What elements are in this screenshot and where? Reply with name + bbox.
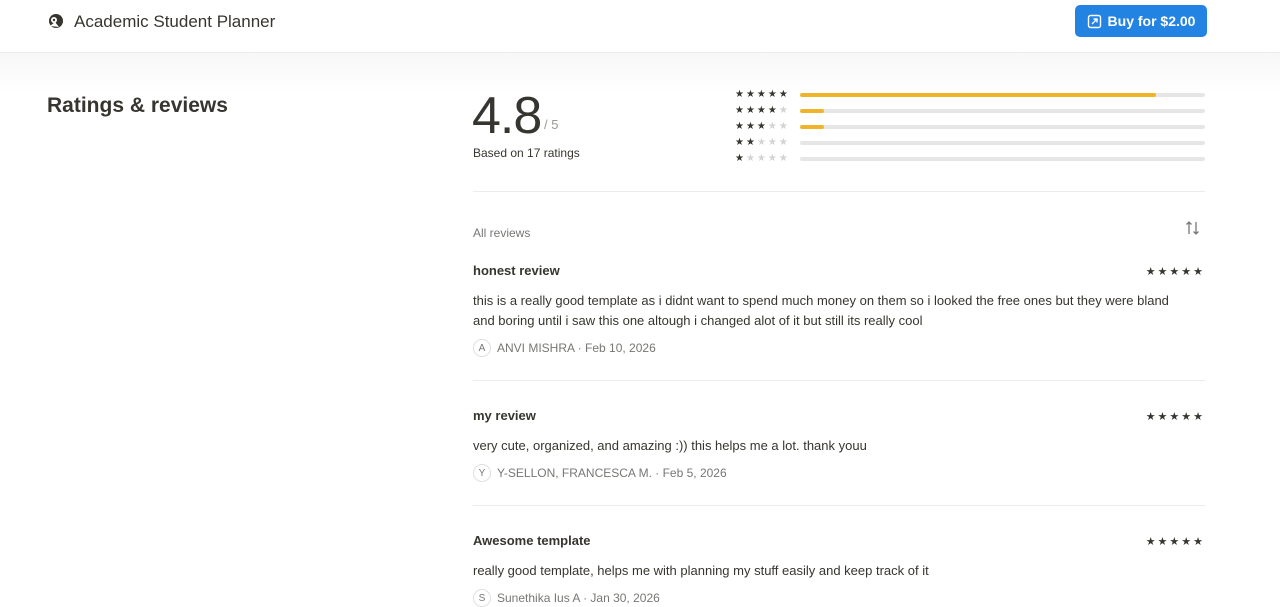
header-shadow [0,53,1280,93]
review-item: my review ★★★★★ very cute, organized, an… [473,408,1205,482]
review-author-date: ANVI MISHRA · Feb 10, 2026 [497,341,656,355]
reviews-heading: All reviews [473,226,531,240]
sort-icon[interactable] [1184,219,1202,237]
avatar: S [473,589,491,607]
review-body: very cute, organized, and amazing :)) th… [473,438,867,453]
distribution-row-2: ★★★★★ [735,137,1205,153]
divider [473,191,1205,192]
buy-button-label: Buy for $2.00 [1107,13,1196,29]
review-meta: S Sunethika Ius A · Jan 30, 2026 [473,589,1205,607]
review-title: honest review [473,263,560,278]
review-author-date: Y-SELLON, FRANCESCA M. · Feb 5, 2026 [497,466,727,480]
star-icons: ★★★★★ [735,121,790,132]
distribution-track [800,141,1205,145]
score-max: / 5 [544,117,559,132]
distribution-row-4: ★★★★★ [735,105,1205,121]
rating-distribution: ★★★★★ ★★★★★ ★★★★★ ★★★★★ ★★★★★ [735,89,1205,169]
review-meta: Y Y-SELLON, FRANCESCA M. · Feb 5, 2026 [473,464,1205,482]
notion-logo-icon [47,12,65,30]
distribution-fill [800,93,1157,97]
distribution-track [800,109,1205,113]
avatar: A [473,339,491,357]
review-meta: A ANVI MISHRA · Feb 10, 2026 [473,339,1205,357]
distribution-fill [800,125,825,129]
divider [473,380,1205,381]
review-stars-icon: ★★★★★ [1145,411,1205,423]
review-stars-icon: ★★★★★ [1145,266,1205,278]
external-link-icon [1087,14,1102,29]
star-icons: ★★★★★ [735,137,790,148]
distribution-track [800,93,1205,97]
distribution-track [800,125,1205,129]
buy-button[interactable]: Buy for $2.00 [1075,5,1207,37]
review-body: this is a really good template as i didn… [473,293,1169,328]
app-title: Academic Student Planner [74,12,276,31]
distribution-track [800,157,1205,161]
review-title: my review [473,408,536,423]
review-item: honest review ★★★★★ this is a really goo… [473,263,1205,357]
review-stars-icon: ★★★★★ [1145,536,1205,548]
star-icons: ★★★★★ [735,105,790,116]
section-title: Ratings & reviews [47,94,228,117]
review-body: really good template, helps me with plan… [473,563,929,578]
star-icons: ★★★★★ [735,153,790,164]
avatar: Y [473,464,491,482]
review-author-date: Sunethika Ius A · Jan 30, 2026 [497,591,660,605]
review-title: Awesome template [473,533,591,548]
ratings-count: Based on 17 ratings [473,146,580,160]
divider [473,505,1205,506]
distribution-row-5: ★★★★★ [735,89,1205,105]
distribution-row-1: ★★★★★ [735,153,1205,169]
distribution-fill [800,109,825,113]
distribution-row-3: ★★★★★ [735,121,1205,137]
star-icons: ★★★★★ [735,89,790,100]
average-score: 4.8 [472,87,542,145]
top-bar: Academic Student Planner Buy for $2.00 [0,0,1280,53]
